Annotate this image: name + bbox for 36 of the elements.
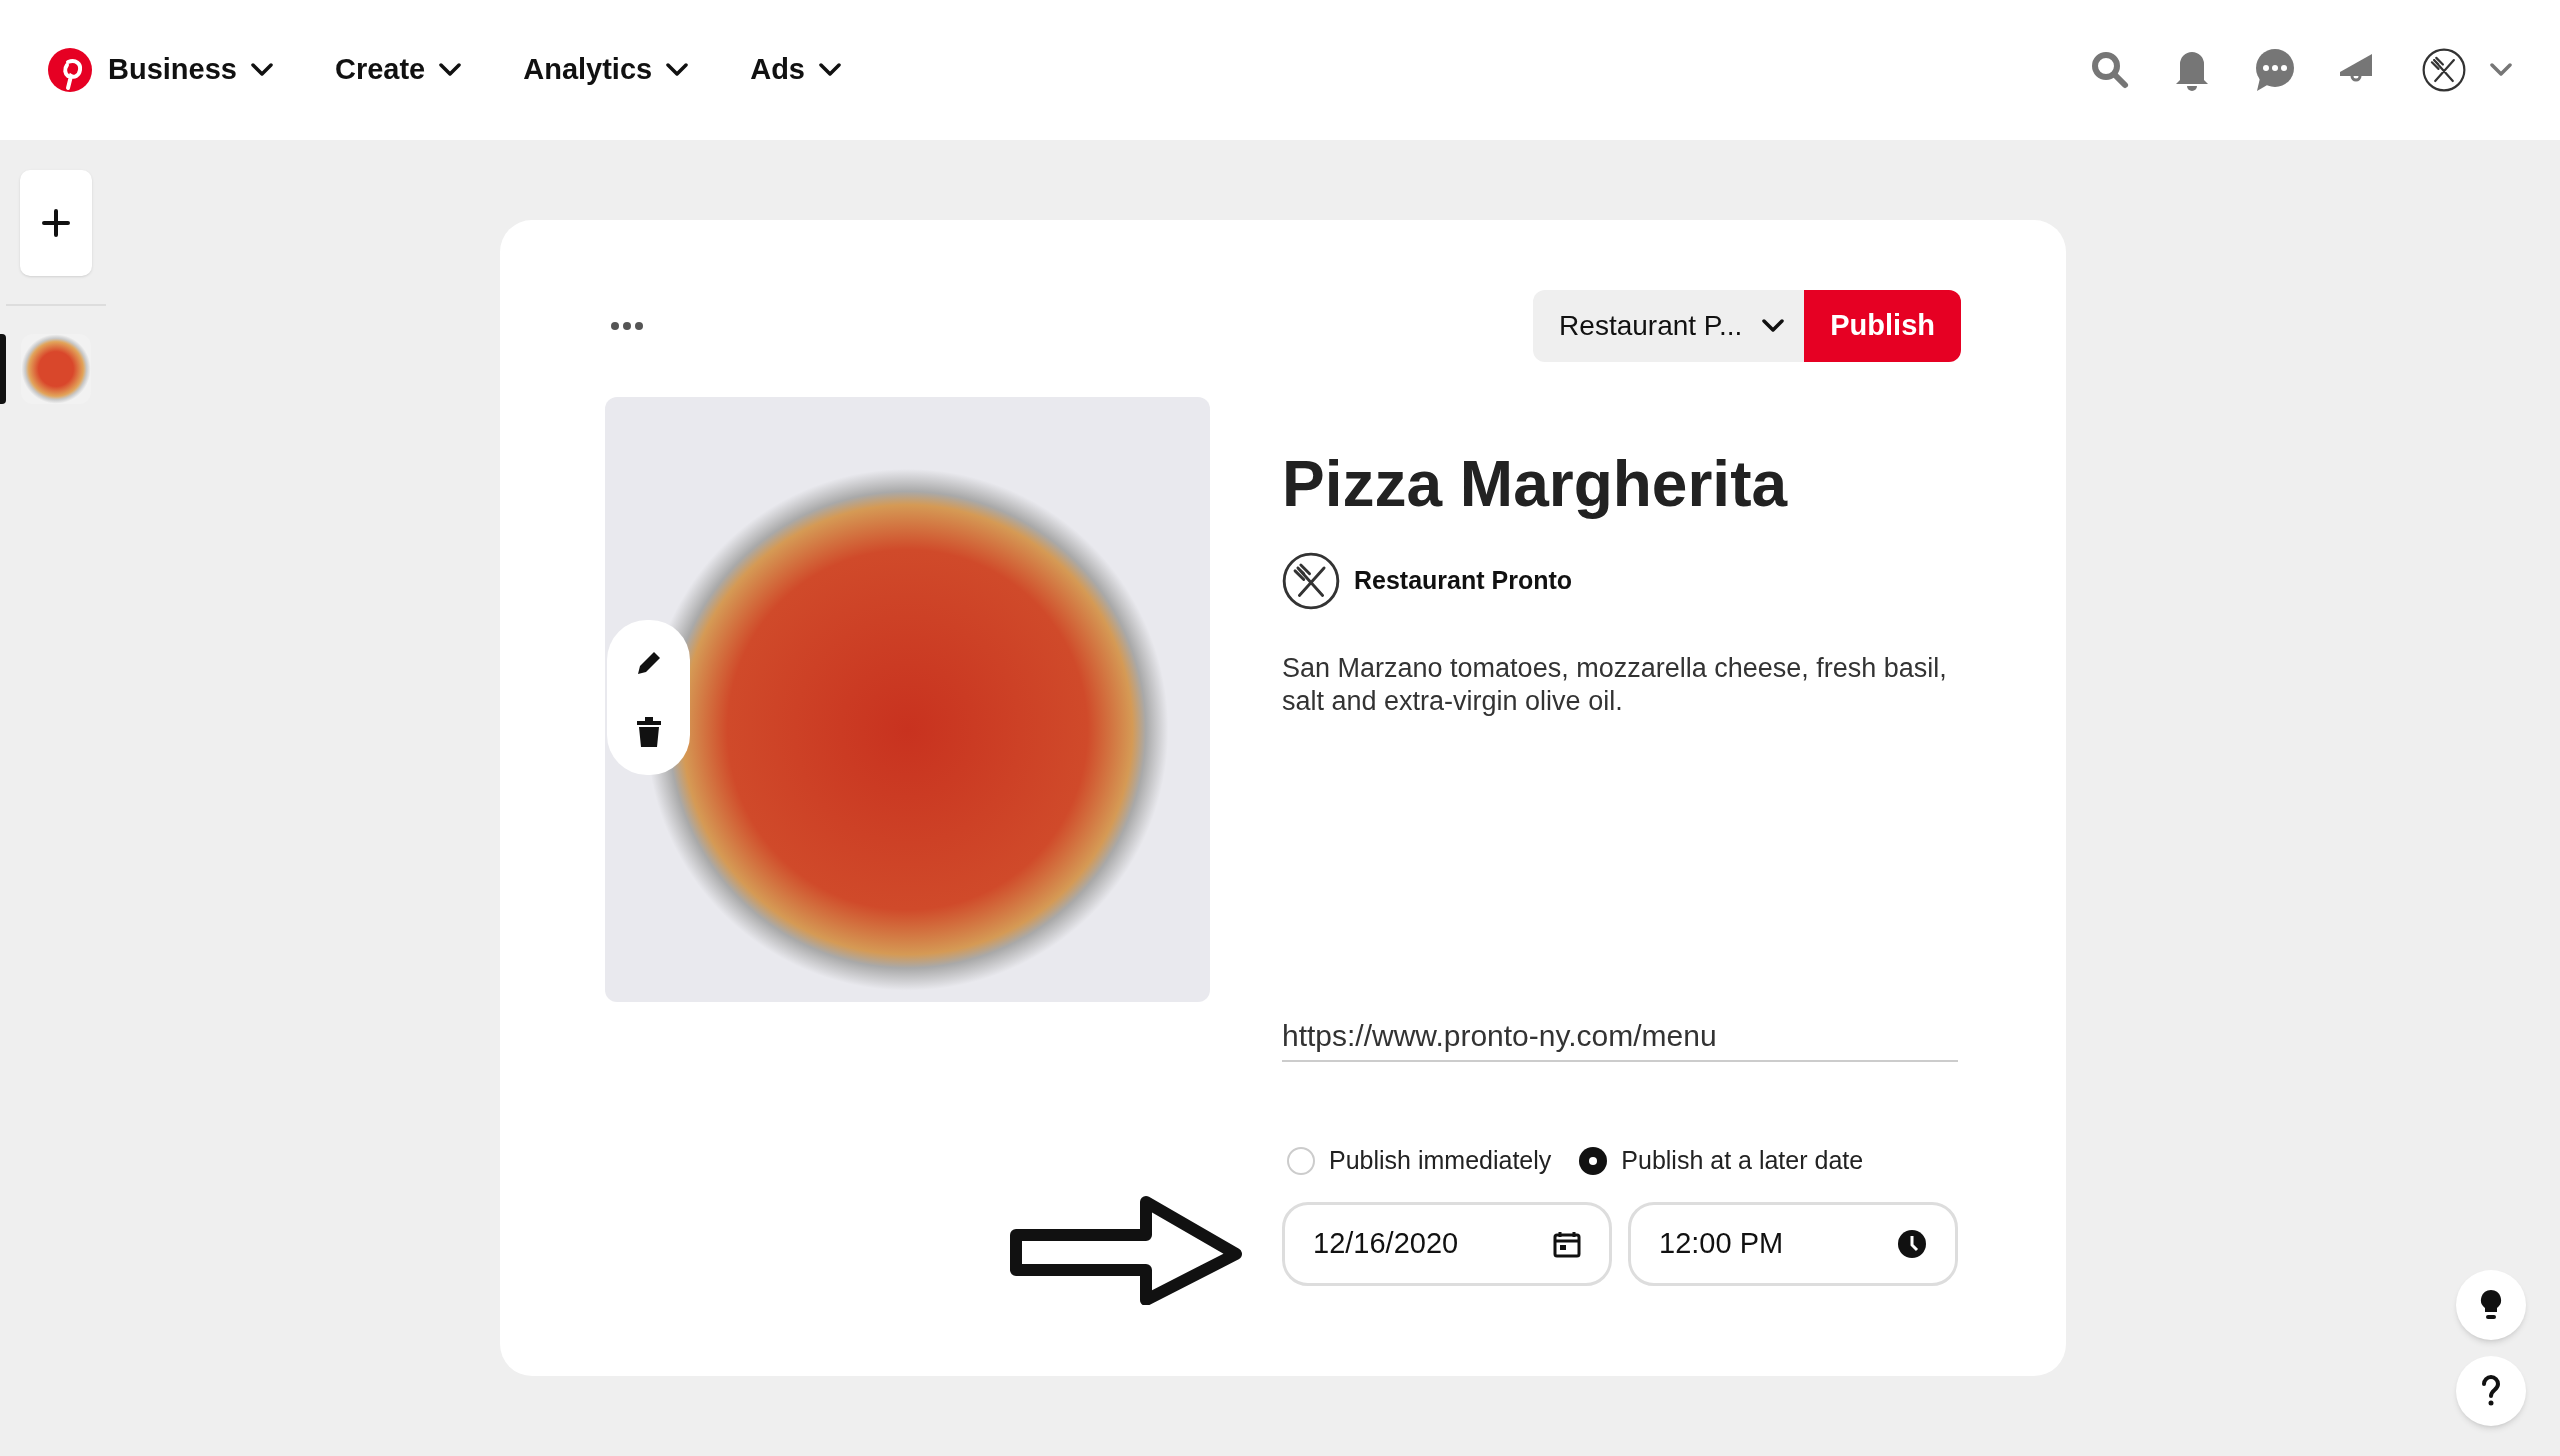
lightbulb-icon bbox=[2480, 1289, 2502, 1321]
radio-button[interactable] bbox=[1579, 1146, 1608, 1175]
time-field[interactable]: 12:00 PM bbox=[1628, 1201, 1958, 1286]
date-field[interactable]: 12/16/2020 bbox=[1282, 1201, 1612, 1286]
radio-button[interactable] bbox=[1287, 1146, 1315, 1175]
radio-label: Publish immediately bbox=[1329, 1145, 1552, 1176]
question-mark-icon bbox=[2480, 1375, 2502, 1407]
cutlery-avatar-icon bbox=[2422, 48, 2466, 92]
chevron-down-icon bbox=[819, 63, 841, 77]
chevron-down-icon bbox=[666, 63, 689, 77]
search-icon[interactable] bbox=[2090, 50, 2130, 90]
pin-description: San Marzano tomatoes, mozzarella cheese, fresh basil, salt and extra-virgin olive oil. bbox=[1282, 652, 1948, 718]
chat-bubble-icon[interactable] bbox=[2254, 48, 2296, 92]
nav-menu[interactable]: Ads bbox=[750, 48, 841, 92]
cutlery-avatar-icon bbox=[1282, 552, 1340, 610]
plus-icon bbox=[41, 208, 71, 238]
calendar-icon bbox=[1553, 1229, 1581, 1258]
business-menu[interactable]: Business bbox=[108, 48, 273, 92]
nav-menu[interactable]: Create bbox=[334, 48, 462, 92]
nav-menu[interactable]: Analytics bbox=[523, 48, 689, 92]
radio-label: Publish at a later date bbox=[1621, 1145, 1864, 1176]
chevron-down-icon bbox=[2490, 63, 2512, 77]
help-button[interactable] bbox=[2456, 1356, 2526, 1426]
chevron-down-icon bbox=[1762, 319, 1785, 333]
add-pin-button[interactable] bbox=[20, 170, 92, 276]
board-select[interactable]: Restaurant P... bbox=[1533, 290, 1805, 362]
account-name: Restaurant Pronto bbox=[1354, 565, 1573, 597]
chevron-down-icon bbox=[439, 63, 462, 77]
publish-button[interactable]: Publish bbox=[1804, 290, 1961, 362]
more-options-icon[interactable] bbox=[610, 321, 644, 331]
tips-button[interactable] bbox=[2456, 1270, 2526, 1340]
pinterest-logo-icon[interactable] bbox=[48, 48, 92, 92]
link-field[interactable]: https://www.pronto-ny.com/menu bbox=[1282, 1012, 1958, 1062]
trash-icon[interactable] bbox=[634, 715, 663, 748]
chevron-down-icon bbox=[250, 63, 273, 77]
clock-icon bbox=[1897, 1228, 1927, 1259]
